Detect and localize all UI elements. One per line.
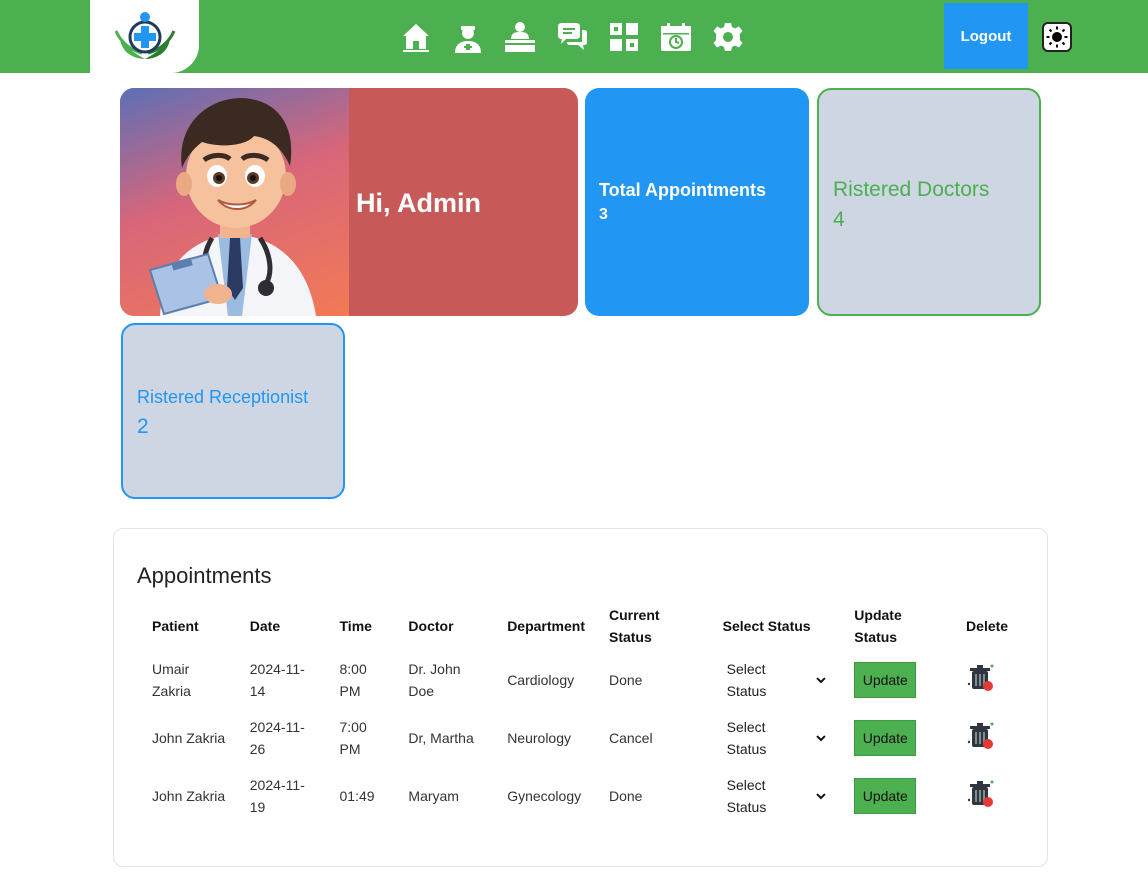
table-row: John Zakria 2024-11-19 01:49 Maryam Gyne… xyxy=(136,767,1028,825)
status-select-value: Select Status xyxy=(726,661,767,699)
chat-icon[interactable] xyxy=(554,17,590,57)
registered-receptionist-value: 2 xyxy=(137,415,149,438)
cell-department: Cardiology xyxy=(507,672,575,688)
cell-status: Done xyxy=(608,788,643,804)
col-header-patient: Patient xyxy=(152,618,199,634)
cell-time: 8:00 PM xyxy=(339,661,367,699)
chevron-down-icon xyxy=(816,793,826,800)
update-button[interactable]: Update xyxy=(854,778,917,814)
update-button[interactable]: Update xyxy=(854,720,917,756)
main-nav xyxy=(398,15,746,59)
col-header-doctor: Doctor xyxy=(408,618,454,634)
top-navbar: Logout xyxy=(0,0,1148,73)
cell-date: 2024-11-26 xyxy=(249,719,305,757)
sun-icon xyxy=(1046,26,1068,48)
status-select[interactable]: Select Status xyxy=(723,656,831,704)
cell-time: 7:00 PM xyxy=(339,719,367,757)
departments-icon[interactable] xyxy=(606,17,642,57)
chevron-down-icon xyxy=(816,735,826,742)
cell-patient: Umair Zakria xyxy=(152,661,191,699)
col-header-current-status: Current Status xyxy=(608,607,660,645)
table-row: Umair Zakria 2024-11-14 8:00 PM Dr. John… xyxy=(136,651,1028,709)
table-header-row: Patient Date Time Doctor Department Curr… xyxy=(136,601,1028,651)
chevron-down-icon xyxy=(816,677,826,684)
cell-doctor: Dr. John Doe xyxy=(408,661,461,699)
col-header-date: Date xyxy=(249,618,281,634)
appointments-table: Patient Date Time Doctor Department Curr… xyxy=(136,601,1028,825)
appointments-panel: Appointments Patient Date Time Doctor De… xyxy=(113,528,1048,867)
table-row: John Zakria 2024-11-26 7:00 PM Dr, Marth… xyxy=(136,709,1028,767)
status-select-value: Select Status xyxy=(726,777,767,815)
registered-receptionist-card[interactable]: Ristered Receptionist 2 xyxy=(121,323,345,499)
appointments-title: Appointments xyxy=(137,563,272,588)
registered-doctors-card[interactable]: Ristered Doctors 4 xyxy=(817,88,1041,316)
logo-icon xyxy=(114,11,175,59)
logout-button[interactable]: Logout xyxy=(944,3,1028,69)
clinic-logo[interactable] xyxy=(90,0,199,73)
status-select-value: Select Status xyxy=(726,719,767,757)
calendar-icon[interactable] xyxy=(658,17,694,57)
registered-doctors-label: Ristered Doctors xyxy=(833,178,990,201)
receptionist-icon[interactable] xyxy=(502,17,538,57)
home-icon[interactable] xyxy=(398,17,434,57)
welcome-card: Hi, Admin xyxy=(120,88,578,316)
cell-time: 01:49 xyxy=(339,788,375,804)
col-header-select-status: Select Status xyxy=(722,618,811,634)
registered-receptionist-label: Ristered Receptionist xyxy=(137,387,309,407)
col-header-delete: Delete xyxy=(966,618,1009,634)
cell-date: 2024-11-14 xyxy=(249,661,305,699)
greeting-text: Hi, Admin xyxy=(356,188,481,218)
gear-icon[interactable] xyxy=(710,17,746,57)
cell-department: Neurology xyxy=(507,730,572,746)
registered-doctors-value: 4 xyxy=(833,208,845,231)
col-header-department: Department xyxy=(507,618,585,634)
doctor-illustration xyxy=(120,88,349,316)
trash-icon[interactable] xyxy=(966,778,996,808)
cell-status: Cancel xyxy=(608,730,653,746)
cell-doctor: Maryam xyxy=(408,788,459,804)
cell-patient: John Zakria xyxy=(152,730,226,746)
total-appointments-label: Total Appointments xyxy=(599,180,766,200)
doctor-icon[interactable] xyxy=(450,17,486,57)
cell-patient: John Zakria xyxy=(152,788,226,804)
trash-icon[interactable] xyxy=(966,720,996,750)
col-header-time: Time xyxy=(339,618,372,634)
total-appointments-card[interactable]: Total Appointments 3 xyxy=(585,88,809,316)
cell-doctor: Dr, Martha xyxy=(408,730,474,746)
cell-date: 2024-11-19 xyxy=(249,777,305,815)
trash-icon[interactable] xyxy=(966,662,996,692)
theme-toggle[interactable] xyxy=(1042,22,1072,52)
status-select[interactable]: Select Status xyxy=(723,714,831,762)
cell-status: Done xyxy=(608,672,643,688)
cell-department: Gynecology xyxy=(507,788,582,804)
col-header-update-status: Update Status xyxy=(854,607,902,645)
update-button[interactable]: Update xyxy=(854,662,917,698)
status-select[interactable]: Select Status xyxy=(723,772,831,820)
total-appointments-value: 3 xyxy=(599,206,608,223)
